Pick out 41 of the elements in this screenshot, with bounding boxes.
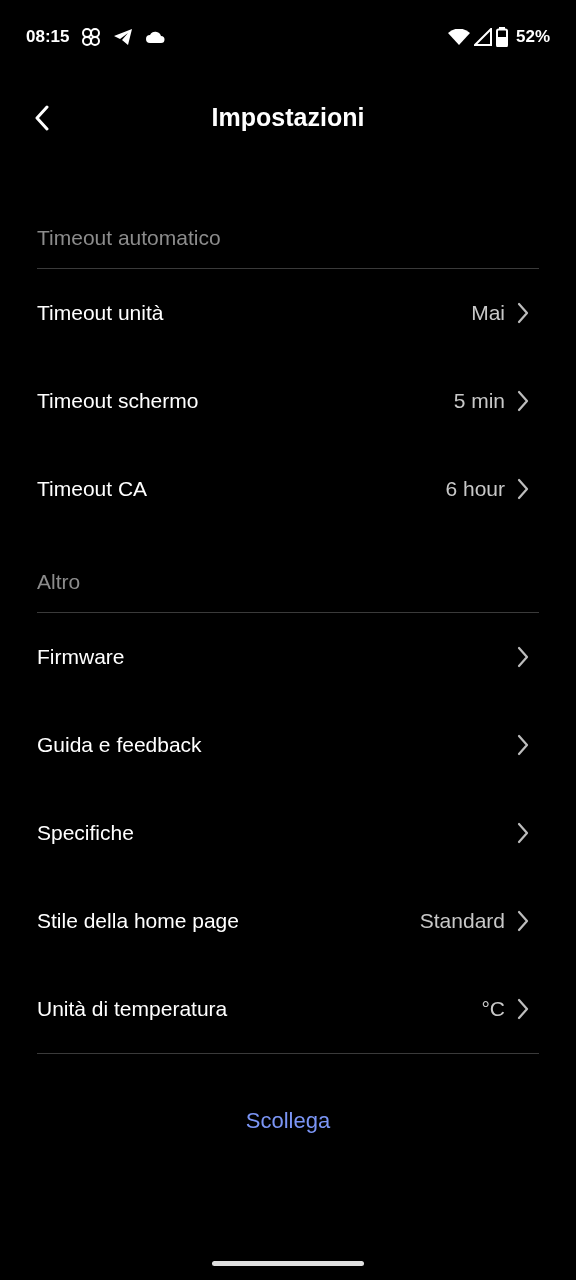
settings-row[interactable]: Timeout schermo 5 min [37,357,539,445]
page-title: Impostazioni [211,102,365,134]
chevron-right-icon [517,910,529,932]
row-label: Timeout schermo [37,388,199,415]
row-label: Unità di temperatura [37,996,228,1023]
row-label: Timeout unità [37,300,164,327]
pinwheel-icon [81,27,102,47]
settings-row[interactable]: Stile della home page Standard [37,877,539,965]
settings-row[interactable]: Guida e feedback [37,701,539,789]
row-label: Specifiche [37,820,134,847]
settings-row[interactable]: Timeout unità Mai [37,269,539,357]
section-header: Altro [37,568,81,595]
chevron-right-icon [517,998,529,1020]
row-value: Standard [419,908,505,935]
section-header: Timeout automatico [37,224,221,251]
battery-percent: 52% [515,26,550,49]
chevron-right-icon [517,302,529,324]
battery-icon [495,27,508,47]
row-label: Firmware [37,644,125,671]
chevron-right-icon [517,646,529,668]
settings-row[interactable]: Firmware [37,613,539,701]
disconnect-link[interactable]: Scollega [245,1104,331,1137]
row-value: 6 hour [445,476,505,503]
wifi-icon [447,28,470,46]
settings-row[interactable]: Specifiche [37,789,539,877]
send-icon [113,28,134,46]
chevron-right-icon [517,822,529,844]
signal-icon [473,28,492,46]
settings-row[interactable]: Timeout CA 6 hour [37,445,539,533]
row-label: Timeout CA [37,476,148,503]
row-value: Mai [471,300,505,327]
settings-row[interactable]: Unità di temperatura °C [37,965,539,1053]
cloud-icon [145,30,166,44]
status-time: 08:15 [26,26,70,49]
chevron-right-icon [517,390,529,412]
row-value: °C [481,996,505,1023]
row-label: Guida e feedback [37,732,202,759]
chevron-right-icon [517,478,529,500]
chevron-right-icon [517,734,529,756]
row-label: Stile della home page [37,908,239,935]
row-value: 5 min [453,388,505,415]
